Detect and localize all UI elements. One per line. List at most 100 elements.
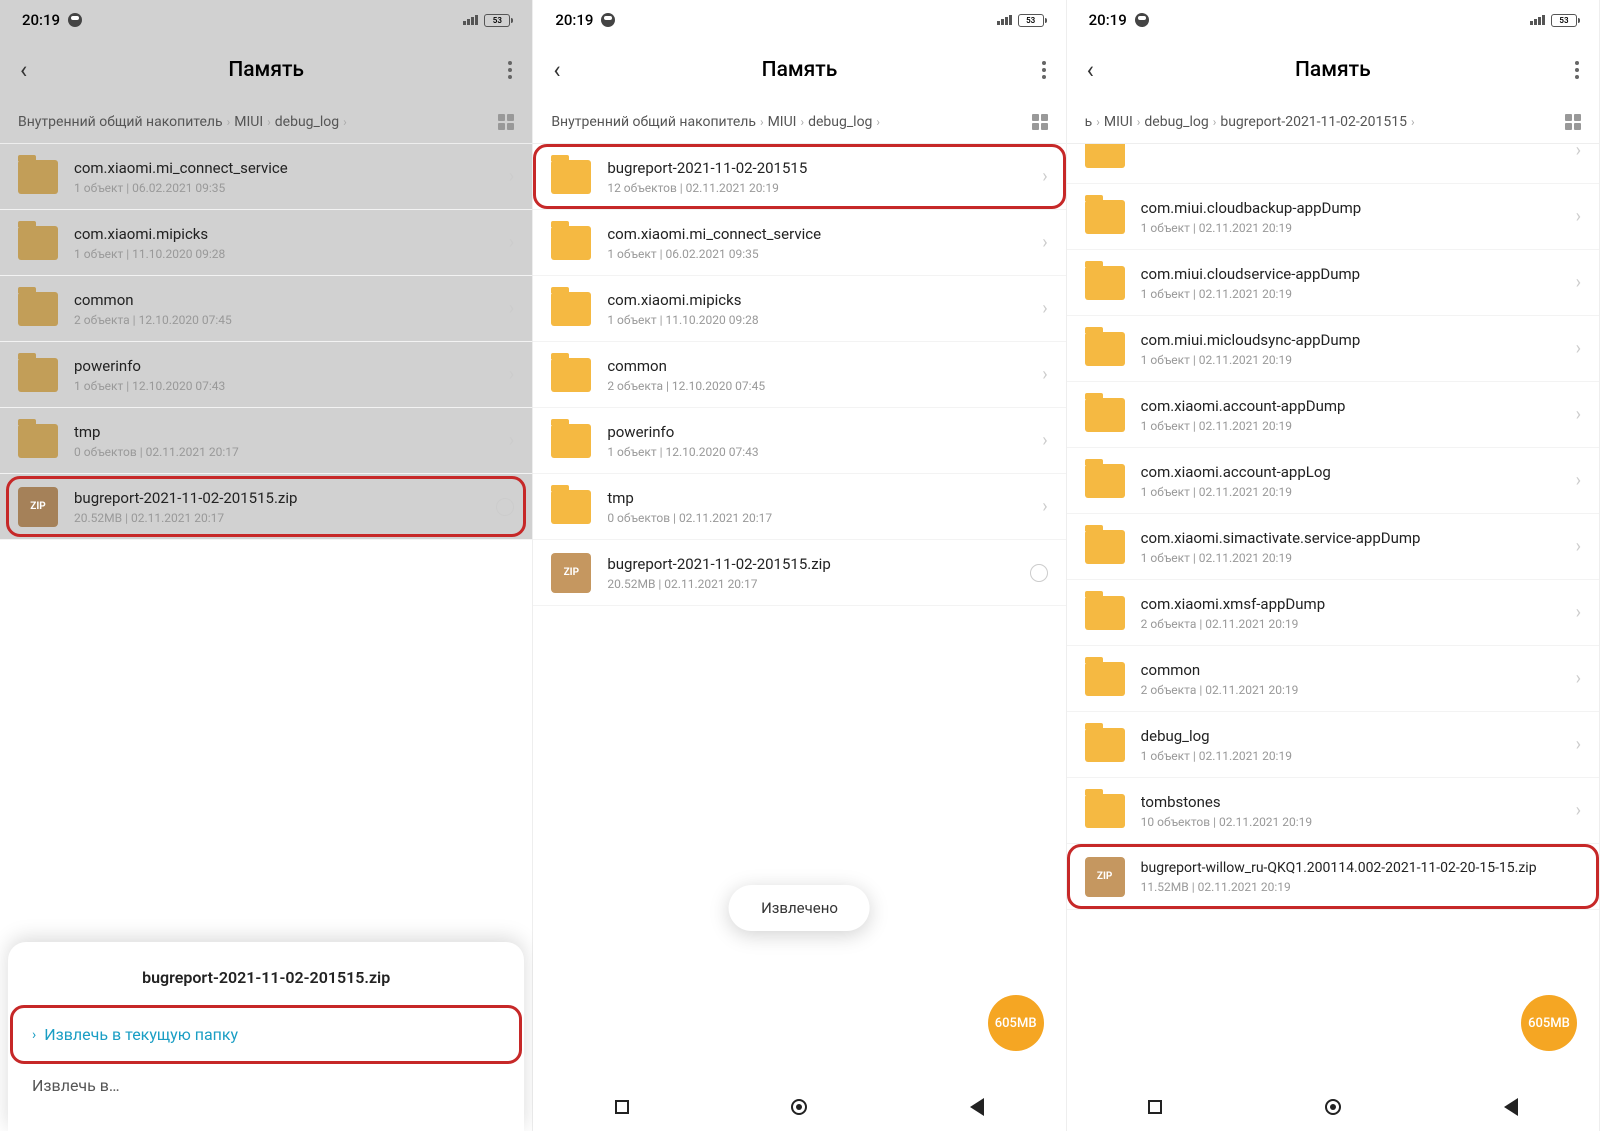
folder-meta: 10 объектов | 02.11.2021 20:19 — [1141, 815, 1576, 829]
back-nav-button[interactable] — [970, 1098, 984, 1116]
folder-item[interactable]: com.xiaomi.mi_connect_service1 объект | … — [0, 144, 532, 210]
chevron-right-icon: › — [1576, 272, 1581, 293]
folder-item[interactable]: com.miui.micloudsync-appDump1 объект | 0… — [1067, 316, 1599, 382]
folder-name: tombstones — [1141, 793, 1576, 811]
folder-name: com.xiaomi.mi_connect_service — [607, 225, 1042, 243]
folder-icon — [1085, 794, 1125, 828]
breadcrumb-item[interactable]: MIUI — [768, 114, 797, 130]
more-button[interactable] — [1575, 61, 1579, 79]
file-name: bugreport-2021-11-02-201515.zip — [74, 489, 496, 507]
folder-item[interactable]: common2 объекта | 12.10.2020 07:45› — [0, 276, 532, 342]
chevron-right-icon: › — [1042, 430, 1047, 451]
folder-icon — [18, 160, 58, 194]
folder-item[interactable]: com.xiaomi.xmsf-appDump2 объекта | 02.11… — [1067, 580, 1599, 646]
breadcrumb[interactable]: Внутренний общий накопитель› MIUI› debug… — [0, 100, 532, 144]
folder-item[interactable]: powerinfo1 объект | 12.10.2020 07:43› — [0, 342, 532, 408]
folder-icon — [18, 358, 58, 392]
chevron-right-icon: › — [1576, 602, 1581, 623]
breadcrumb-item[interactable]: debug_log — [275, 114, 339, 130]
storage-fab[interactable]: 605MB — [988, 995, 1044, 1051]
option-label: Извлечь в текущую папку — [44, 1025, 238, 1044]
back-nav-button[interactable] — [1504, 1098, 1518, 1116]
folder-item[interactable]: com.xiaomi.mi_connect_service1 объект | … — [533, 210, 1065, 276]
folder-name: common — [607, 357, 1042, 375]
folder-item[interactable]: tmp0 объектов | 02.11.2021 20:17› — [0, 408, 532, 474]
chevron-right-icon: › — [1042, 232, 1047, 253]
page-title: Память — [0, 58, 532, 82]
folder-item[interactable]: com.xiaomi.mipicks1 объект | 11.10.2020 … — [533, 276, 1065, 342]
breadcrumb-item[interactable]: MIUI — [1104, 114, 1133, 130]
recent-apps-button[interactable] — [615, 1100, 629, 1114]
folder-item[interactable]: com.xiaomi.account-appDump1 объект | 02.… — [1067, 382, 1599, 448]
folder-item[interactable]: › — [1067, 144, 1599, 184]
breadcrumb-item[interactable]: Внутренний общий накопитель — [18, 114, 223, 130]
file-name: bugreport-willow_ru-QKQ1.200114.002-2021… — [1141, 860, 1581, 876]
breadcrumb[interactable]: Внутренний общий накопитель› MIUI› debug… — [533, 100, 1065, 144]
breadcrumb[interactable]: ь› MIUI› debug_log› bugreport-2021-11-02… — [1067, 100, 1599, 144]
file-name: bugreport-2021-11-02-201515.zip — [607, 555, 1029, 573]
chevron-right-icon: › — [267, 115, 271, 129]
file-meta: 20.52MB | 02.11.2021 20:17 — [74, 511, 496, 525]
storage-fab[interactable]: 605MB — [1521, 995, 1577, 1051]
home-button[interactable] — [1325, 1099, 1341, 1115]
zip-icon: ZIP — [18, 487, 58, 527]
folder-name: com.xiaomi.account-appLog — [1141, 463, 1576, 481]
folder-item[interactable]: tombstones 10 объектов | 02.11.2021 20:19… — [1067, 778, 1599, 844]
breadcrumb-item[interactable]: ь — [1085, 114, 1093, 130]
recent-apps-button[interactable] — [1148, 1100, 1162, 1114]
grid-view-icon[interactable] — [1032, 114, 1048, 130]
notification-icon — [1135, 13, 1149, 27]
zip-item[interactable]: ZIPbugreport-2021-11-02-201515.zip20.52M… — [533, 540, 1065, 606]
breadcrumb-item[interactable]: MIUI — [234, 114, 263, 130]
chevron-right-icon: › — [1042, 364, 1047, 385]
battery-icon: 53 — [1551, 14, 1577, 27]
more-button[interactable] — [508, 61, 512, 79]
folder-item[interactable]: bugreport-2021-11-02-20151512 объектов |… — [533, 144, 1065, 210]
chevron-right-icon: › — [343, 115, 347, 129]
folder-name: powerinfo — [74, 357, 509, 375]
folder-item[interactable]: com.xiaomi.mipicks1 объект | 11.10.2020 … — [0, 210, 532, 276]
chevron-right-icon: › — [1576, 206, 1581, 227]
folder-icon — [1085, 596, 1125, 630]
folder-item[interactable]: com.xiaomi.simactivate.service-appDump1 … — [1067, 514, 1599, 580]
chevron-right-icon: › — [227, 115, 231, 129]
signal-icon — [1530, 15, 1545, 25]
folder-meta — [1141, 155, 1576, 169]
folder-item[interactable]: debug_log1 объект | 02.11.2021 20:19› — [1067, 712, 1599, 778]
extract-here-option[interactable]: ›Извлечь в текущую папку — [8, 1009, 524, 1060]
breadcrumb-item[interactable]: bugreport-2021-11-02-201515 — [1220, 114, 1407, 130]
select-radio[interactable] — [1030, 564, 1048, 582]
chevron-right-icon: › — [1576, 800, 1581, 821]
folder-item[interactable]: com.xiaomi.account-appLog1 объект | 02.1… — [1067, 448, 1599, 514]
folder-name: com.xiaomi.xmsf-appDump — [1141, 595, 1576, 613]
folder-item[interactable]: powerinfo 1 объект | 12.10.2020 07:43› — [533, 408, 1065, 474]
grid-view-icon[interactable] — [1565, 114, 1581, 130]
folder-name: powerinfo — [607, 423, 1042, 441]
zip-item[interactable]: ZIP bugreport-2021-11-02-201515.zip 20.52… — [0, 474, 532, 540]
grid-view-icon[interactable] — [498, 114, 514, 130]
folder-item[interactable]: com.miui.cloudservice-appDump1 объект | … — [1067, 250, 1599, 316]
breadcrumb-item[interactable]: debug_log — [1144, 114, 1208, 130]
chevron-right-icon: › — [1042, 166, 1047, 187]
folder-item[interactable]: common2 объекта | 12.10.2020 07:45› — [533, 342, 1065, 408]
folder-item[interactable]: com.miui.cloudbackup-appDump1 объект | 0… — [1067, 184, 1599, 250]
more-button[interactable] — [1042, 61, 1046, 79]
folder-name: com.xiaomi.mipicks — [607, 291, 1042, 309]
chevron-right-icon: › — [509, 364, 514, 385]
chevron-right-icon: › — [509, 232, 514, 253]
extract-to-option[interactable]: Извлечь в… — [8, 1060, 524, 1111]
folder-meta: 1 объект | 02.11.2021 20:19 — [1141, 353, 1576, 367]
folder-item[interactable]: common2 объекта | 02.11.2021 20:19› — [1067, 646, 1599, 712]
breadcrumb-item[interactable]: debug_log — [808, 114, 872, 130]
chevron-right-icon: › — [1576, 338, 1581, 359]
home-button[interactable] — [791, 1099, 807, 1115]
folder-meta: 1 объект | 02.11.2021 20:19 — [1141, 419, 1576, 433]
zip-item[interactable]: ZIP bugreport-willow_ru-QKQ1.200114.002-… — [1067, 844, 1599, 910]
folder-meta: 1 объект | 02.11.2021 20:19 — [1141, 287, 1576, 301]
folder-meta: 1 объект | 12.10.2020 07:43 — [607, 445, 1042, 459]
breadcrumb-item[interactable]: Внутренний общий накопитель — [551, 114, 756, 130]
select-radio[interactable] — [496, 498, 514, 516]
folder-item[interactable]: tmp0 объектов | 02.11.2021 20:17› — [533, 474, 1065, 540]
chevron-right-icon: › — [800, 115, 804, 129]
notification-icon — [601, 13, 615, 27]
